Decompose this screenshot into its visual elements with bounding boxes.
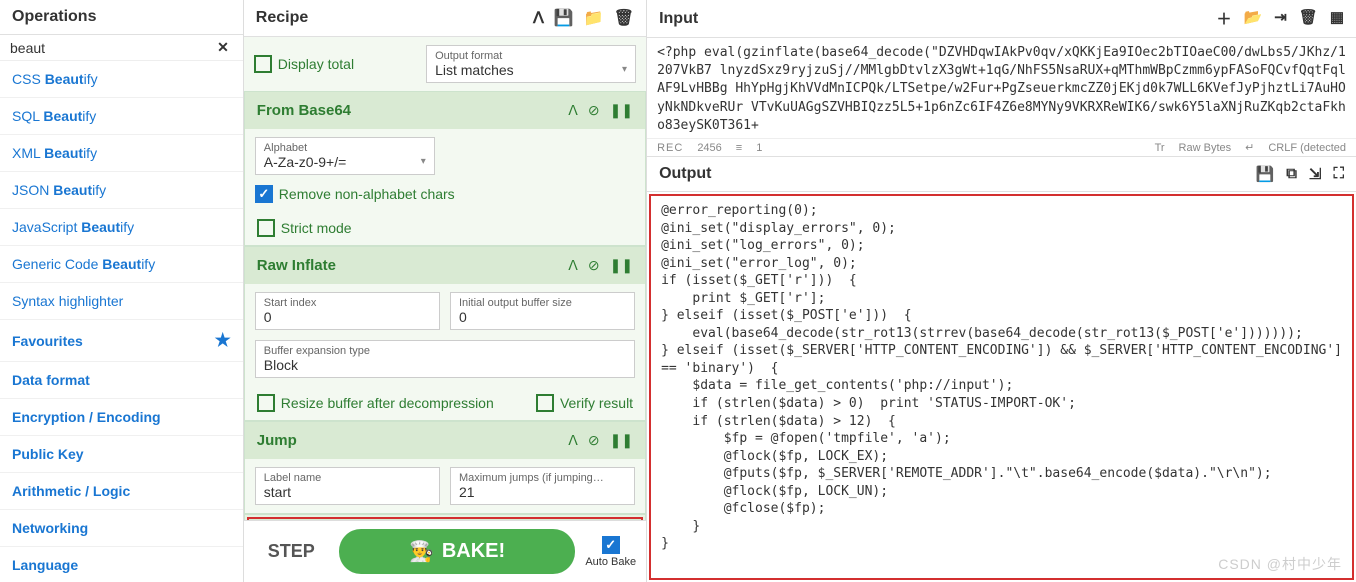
folder-icon[interactable]: 📁 [584, 8, 604, 28]
cat-public-key[interactable]: Public Key [0, 436, 243, 473]
clear-search-icon[interactable]: ✕ [213, 39, 233, 56]
bake-button[interactable]: 👨‍🍳 BAKE! [339, 529, 576, 574]
bake-row: STEP 👨‍🍳 BAKE! ✓ Auto Bake [244, 520, 646, 582]
input-status: REC 2456 ≡ 1 Tr Raw Bytes ↵ CRLF (detect… [647, 138, 1356, 157]
operations-title: Operations [12, 8, 96, 26]
collapse-icon[interactable]: ᐱ [568, 432, 578, 449]
label-name-field[interactable]: Label name start [255, 467, 440, 505]
op-raw-inflate-head[interactable]: Raw Inflate ᐱ ⊘ ❚❚ [245, 247, 645, 284]
tabs-icon[interactable]: ▦ [1330, 8, 1344, 29]
checkbox-checked-icon: ✓ [255, 185, 273, 203]
op-xml-beautify[interactable]: XML Beautify [0, 135, 243, 172]
pause-icon[interactable]: ❚❚ [610, 257, 633, 274]
raw-bytes-label[interactable]: Raw Bytes [1179, 142, 1232, 154]
tr-label: Tr [1155, 142, 1165, 154]
cat-data-format[interactable]: Data format [0, 362, 243, 399]
operations-list: CSS Beautify SQL Beautify XML Beautify J… [0, 61, 243, 582]
op-jump: Jump ᐱ ⊘ ❚❚ Label name start Maximum jum… [244, 421, 646, 514]
op-json-beautify[interactable]: JSON Beautify [0, 172, 243, 209]
input-text[interactable]: <?php eval(gzinflate(base64_decode("DZVH… [647, 38, 1356, 138]
save-recipe-icon[interactable]: 💾 [554, 8, 574, 28]
recipe-body: Display total Output format List matches… [244, 37, 646, 520]
op-syntax-highlighter[interactable]: Syntax highlighter [0, 283, 243, 320]
rec-label: REC [657, 142, 683, 154]
save-output-icon[interactable]: 💾 [1256, 165, 1275, 183]
checkbox-icon [257, 394, 275, 412]
move-to-input-icon[interactable]: ⇲ [1309, 165, 1322, 183]
input-title: Input [659, 10, 698, 28]
recipe-header: Recipe ᐱ 💾 📁 🗑 [244, 0, 646, 37]
collapse-icon[interactable]: ᐱ [568, 257, 578, 274]
checkbox-icon [254, 55, 272, 73]
open-folder-icon[interactable]: 📂 [1244, 8, 1263, 29]
input-length: 2456 [697, 142, 721, 154]
disable-icon[interactable]: ⊘ [588, 432, 600, 449]
cat-encryption[interactable]: Encryption / Encoding [0, 399, 243, 436]
collapse-icon[interactable]: ᐱ [533, 8, 544, 28]
max-jumps-field[interactable]: Maximum jumps (if jumping… 21 [450, 467, 635, 505]
delete-recipe-icon[interactable]: 🗑 [614, 8, 634, 28]
output-format-field[interactable]: Output format List matches [426, 45, 636, 83]
collapse-icon[interactable]: ᐱ [568, 102, 578, 119]
chef-icon: 👨‍🍳 [409, 539, 434, 564]
recipe-title: Recipe [256, 9, 308, 27]
display-total-check[interactable]: Display total [254, 45, 354, 83]
alphabet-field[interactable]: Alphabet A-Za-z0-9+/= [255, 137, 435, 175]
checkbox-icon [257, 219, 275, 237]
input-header: Input ＋ 📂 ⇥ 🗑 ▦ [647, 0, 1356, 38]
output-title: Output [659, 165, 711, 183]
op-generic-code-beautify[interactable]: Generic Code Beautify [0, 246, 243, 283]
remove-non-alpha-check[interactable]: ✓ Remove non-alphabet chars [255, 185, 455, 203]
fullscreen-icon[interactable]: ⛶ [1333, 165, 1344, 183]
output-text[interactable]: @error_reporting(0); @ini_set("display_e… [649, 194, 1354, 580]
add-input-icon[interactable]: ＋ [1216, 8, 1231, 29]
search-wrap: ✕ [0, 35, 243, 61]
pause-icon[interactable]: ❚❚ [610, 102, 633, 119]
op-favourites[interactable]: Favourites ★ [0, 320, 243, 362]
eol-icon: ↵ [1245, 141, 1254, 154]
checkbox-checked-icon: ✓ [602, 536, 620, 554]
crlf-label[interactable]: CRLF (detected [1268, 142, 1346, 154]
lines-icon: ≡ [736, 142, 742, 154]
auto-bake[interactable]: ✓ Auto Bake [585, 536, 636, 568]
verify-result-check[interactable]: Verify result [536, 394, 633, 412]
op-sql-beautify[interactable]: SQL Beautify [0, 98, 243, 135]
checkbox-icon [536, 394, 554, 412]
buffer-expansion-field[interactable]: Buffer expansion type Block [255, 340, 635, 378]
op-raw-inflate: Raw Inflate ᐱ ⊘ ❚❚ Start index 0 Initial… [244, 246, 646, 421]
op-jump-head[interactable]: Jump ᐱ ⊘ ❚❚ [245, 422, 645, 459]
op-from-base64-head[interactable]: From Base64 ᐱ ⊘ ❚❚ [245, 92, 645, 129]
start-index-field[interactable]: Start index 0 [255, 292, 440, 330]
copy-output-icon[interactable]: ⧉ [1286, 165, 1297, 183]
disable-icon[interactable]: ⊘ [588, 257, 600, 274]
strict-mode-check[interactable]: Strict mode [245, 211, 645, 245]
op-from-base64: From Base64 ᐱ ⊘ ❚❚ Alphabet A-Za-z0-9+/=… [244, 91, 646, 246]
resize-buffer-check[interactable]: Resize buffer after decompression [257, 394, 494, 412]
search-input[interactable] [10, 40, 213, 56]
cat-networking[interactable]: Networking [0, 510, 243, 547]
import-icon[interactable]: ⇥ [1274, 8, 1287, 29]
cat-arithmetic[interactable]: Arithmetic / Logic [0, 473, 243, 510]
op-css-beautify[interactable]: CSS Beautify [0, 61, 243, 98]
clear-input-icon[interactable]: 🗑 [1299, 8, 1318, 29]
disable-icon[interactable]: ⊘ [588, 102, 600, 119]
pause-icon[interactable]: ❚❚ [610, 432, 633, 449]
step-button[interactable]: STEP [254, 533, 329, 570]
star-icon: ★ [215, 330, 231, 351]
output-header: Output 💾 ⧉ ⇲ ⛶ [647, 157, 1356, 192]
lines-count: 1 [756, 142, 762, 154]
op-js-beautify[interactable]: JavaScript Beautify [0, 209, 243, 246]
buffer-size-field[interactable]: Initial output buffer size 0 [450, 292, 635, 330]
cat-language[interactable]: Language [0, 547, 243, 582]
operations-header: Operations [0, 0, 243, 35]
